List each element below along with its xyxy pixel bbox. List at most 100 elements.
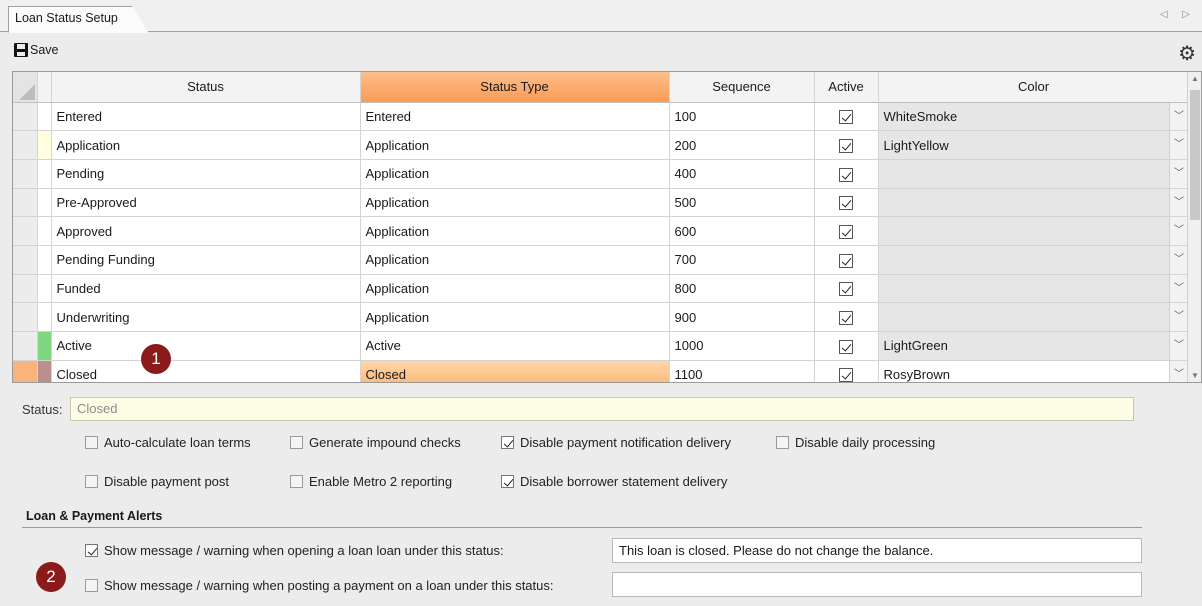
active-checkbox[interactable] — [839, 282, 853, 297]
table-row[interactable]: Active Active 1000 LightGreen ﹀ — [13, 331, 1190, 361]
auto-calculate-loan-terms-checkbox[interactable]: Auto-calculate loan terms — [85, 435, 251, 450]
cell-active[interactable] — [814, 274, 879, 304]
cell-active[interactable] — [814, 360, 879, 382]
column-header-color[interactable]: Color — [878, 72, 1190, 103]
cell-status-type[interactable]: Application — [360, 159, 670, 189]
table-row[interactable]: Pending Application 400 ﹀ — [13, 159, 1190, 189]
opening-message-input[interactable]: This loan is closed. Please do not chang… — [612, 538, 1142, 563]
cell-status-type[interactable]: Application — [360, 302, 670, 332]
row-selector[interactable] — [13, 274, 38, 304]
chevron-down-icon[interactable]: ﹀ — [1168, 188, 1188, 216]
active-checkbox[interactable] — [839, 310, 853, 325]
chevron-down-icon[interactable]: ﹀ — [1168, 245, 1188, 274]
column-header-status-type[interactable]: Status Type — [360, 72, 670, 103]
column-header-status[interactable]: Status — [51, 72, 361, 103]
row-selector[interactable] — [13, 216, 38, 246]
select-all-corner[interactable] — [13, 72, 38, 103]
cell-status[interactable]: Active — [51, 331, 361, 361]
cell-active[interactable] — [814, 302, 879, 332]
cell-sequence[interactable]: 400 — [669, 159, 815, 189]
cell-status[interactable]: Funded — [51, 274, 361, 304]
cell-color[interactable]: ﹀ — [878, 302, 1190, 332]
generate-impound-checks-checkbox[interactable]: Generate impound checks — [290, 435, 461, 450]
column-header-sequence[interactable]: Sequence — [669, 72, 815, 103]
cell-active[interactable] — [814, 331, 879, 361]
chevron-down-icon[interactable]: ﹀ — [1168, 159, 1188, 188]
cell-sequence[interactable]: 200 — [669, 130, 815, 160]
cell-sequence[interactable]: 100 — [669, 102, 815, 132]
cell-sequence[interactable]: 500 — [669, 188, 815, 218]
table-row[interactable]: Approved Application 600 ﹀ — [13, 216, 1190, 246]
cell-status[interactable]: Closed — [51, 360, 361, 382]
row-selector[interactable] — [13, 331, 38, 361]
chevron-down-icon[interactable]: ﹀ — [1168, 332, 1188, 360]
chevron-down-icon[interactable]: ﹀ — [1168, 102, 1188, 130]
cell-status-type[interactable]: Closed — [360, 360, 670, 382]
cell-sequence[interactable]: 700 — [669, 245, 815, 275]
table-row[interactable]: Pending Funding Application 700 ﹀ — [13, 245, 1190, 275]
cell-sequence[interactable]: 1000 — [669, 331, 815, 361]
chevron-down-icon[interactable]: ﹀ — [1168, 274, 1188, 302]
cell-status-type[interactable]: Application — [360, 274, 670, 304]
cell-status-type[interactable]: Entered — [360, 102, 670, 132]
tab-scroll-arrows-icon[interactable]: ◁ ▷ — [1160, 9, 1196, 20]
cell-status[interactable]: Pending Funding — [51, 245, 361, 275]
chevron-down-icon[interactable]: ﹀ — [1168, 131, 1188, 159]
cell-sequence[interactable]: 900 — [669, 302, 815, 332]
posting-message-input[interactable] — [612, 572, 1142, 597]
cell-color[interactable]: LightGreen ﹀ — [878, 331, 1190, 361]
cell-status-type[interactable]: Application — [360, 216, 670, 246]
cell-color[interactable]: ﹀ — [878, 245, 1190, 275]
cell-color[interactable]: ﹀ — [878, 159, 1190, 189]
disable-daily-processing-checkbox[interactable]: Disable daily processing — [776, 435, 935, 450]
cell-active[interactable] — [814, 102, 879, 132]
table-row[interactable]: Underwriting Application 900 ﹀ — [13, 302, 1190, 332]
cell-color[interactable]: ﹀ — [878, 188, 1190, 218]
cell-status-type[interactable]: Application — [360, 245, 670, 275]
row-selector[interactable] — [13, 302, 38, 332]
table-row[interactable]: Funded Application 800 ﹀ — [13, 274, 1190, 304]
disable-borrower-statement-checkbox[interactable]: Disable borrower statement delivery — [501, 474, 727, 489]
active-checkbox[interactable] — [839, 110, 853, 125]
cell-active[interactable] — [814, 188, 879, 218]
active-checkbox[interactable] — [839, 138, 853, 153]
cell-color[interactable]: RosyBrown ﹀ — [878, 360, 1190, 382]
cell-active[interactable] — [814, 130, 879, 160]
enable-metro2-reporting-checkbox[interactable]: Enable Metro 2 reporting — [290, 474, 452, 489]
cell-sequence[interactable]: 1100 — [669, 360, 815, 382]
column-header-active[interactable]: Active — [814, 72, 879, 103]
cell-status-type[interactable]: Application — [360, 130, 670, 160]
show-message-posting-checkbox[interactable]: Show message / warning when posting a pa… — [85, 578, 554, 593]
cell-active[interactable] — [814, 216, 879, 246]
cell-status[interactable]: Approved — [51, 216, 361, 246]
active-checkbox[interactable] — [839, 167, 853, 182]
cell-status[interactable]: Pending — [51, 159, 361, 189]
table-row[interactable]: Closed Closed 1100 RosyBrown ﹀ — [13, 360, 1190, 382]
cell-status[interactable]: Underwriting — [51, 302, 361, 332]
chevron-down-icon[interactable]: ﹀ — [1168, 360, 1188, 382]
cell-active[interactable] — [814, 159, 879, 189]
cell-status[interactable]: Application — [51, 130, 361, 160]
row-selector[interactable] — [13, 360, 38, 382]
row-selector[interactable] — [13, 159, 38, 189]
active-checkbox[interactable] — [839, 368, 853, 382]
cell-sequence[interactable]: 600 — [669, 216, 815, 246]
cell-color[interactable]: LightYellow ﹀ — [878, 130, 1190, 160]
cell-status-type[interactable]: Application — [360, 188, 670, 218]
row-selector[interactable] — [13, 188, 38, 218]
table-row[interactable]: Entered Entered 100 WhiteSmoke ﹀ — [13, 102, 1190, 132]
scrollbar-thumb[interactable] — [1190, 90, 1200, 220]
row-selector[interactable] — [13, 102, 38, 132]
scroll-up-icon[interactable]: ▲ — [1191, 74, 1199, 83]
gear-icon[interactable]: ⚙ — [1178, 41, 1196, 66]
cell-status-type[interactable]: Active — [360, 331, 670, 361]
vertical-scrollbar[interactable]: ▲ ▼ — [1187, 72, 1201, 382]
chevron-down-icon[interactable]: ﹀ — [1168, 217, 1188, 245]
disable-payment-notification-checkbox[interactable]: Disable payment notification delivery — [501, 435, 731, 450]
status-field[interactable]: Closed — [70, 397, 1134, 421]
active-checkbox[interactable] — [839, 196, 853, 211]
cell-color[interactable]: ﹀ — [878, 274, 1190, 304]
cell-status[interactable]: Entered — [51, 102, 361, 132]
show-message-opening-checkbox[interactable]: Show message / warning when opening a lo… — [85, 543, 504, 558]
scroll-down-icon[interactable]: ▼ — [1191, 371, 1199, 380]
